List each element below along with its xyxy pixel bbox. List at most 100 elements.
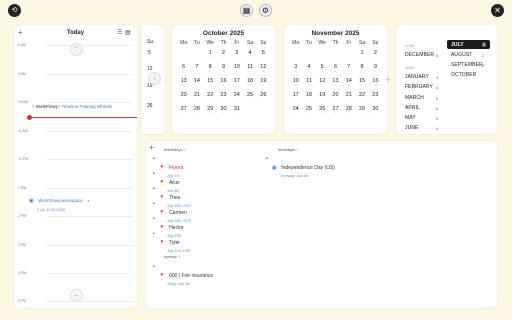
list-item[interactable]: ▣ Independence Day (US) Thursday, July 4… (272, 156, 335, 178)
day-cell[interactable]: 2 · (369, 50, 382, 61)
day-cell[interactable]: 16 · (369, 78, 382, 89)
calendar-icon[interactable]: ▦ (240, 4, 253, 17)
day-cell[interactable]: 25 · (243, 92, 256, 103)
day-cell[interactable]: 1 · (204, 50, 217, 61)
month-item[interactable]: SEPTEMBER (451, 62, 483, 68)
day-cell[interactable]: 25 · (302, 106, 315, 117)
day-cell[interactable]: 31 · (230, 106, 243, 117)
day-cell[interactable]: 30 · (217, 106, 230, 117)
day-cell[interactable]: 20 · (177, 92, 190, 103)
day-cell[interactable]: 26 · (316, 106, 329, 117)
event-dot-icon: · (294, 97, 297, 103)
day-cell[interactable]: 28 · (190, 106, 203, 117)
month-item[interactable]: OCTOBER (451, 72, 476, 78)
month-item[interactable]: MAY (405, 115, 416, 121)
event-link[interactable]: Timeline Training Wheels (62, 104, 112, 109)
list-item[interactable]: 📍 600 | Fire insurance Yearly July 4th (159, 264, 213, 286)
add-icon[interactable]: + (296, 147, 298, 152)
list-item[interactable]: 📍 Tyler July 31st, 1997 (159, 231, 191, 253)
event-dot-icon: · (222, 111, 225, 117)
day-cell[interactable]: 22 · (204, 92, 217, 103)
add-month-icon[interactable]: + (386, 75, 391, 84)
event-dot-icon: · (182, 97, 185, 103)
day-cell[interactable]: 15 · (355, 78, 368, 89)
day-cell[interactable]: 21 · (190, 92, 203, 103)
day-cell[interactable]: 12 · (257, 64, 270, 75)
month-item[interactable]: JANUARY (405, 74, 429, 80)
event-dot-icon: · (249, 55, 251, 61)
day-cell[interactable]: 12 · (316, 78, 329, 89)
day-cell[interactable]: 29 · (204, 106, 217, 117)
day-cell[interactable]: 29 · (355, 106, 368, 117)
day-cell[interactable]: 9 · (369, 64, 382, 75)
calendar-event[interactable]: ▣ WorkFlowy.workspace ▾ 1 Jul, 12:30-13:… (29, 189, 89, 212)
month-item[interactable]: MARCH (405, 95, 424, 101)
day-cell[interactable]: 17 · (289, 92, 302, 103)
month-item[interactable]: APRIL (405, 105, 420, 111)
month-item[interactable]: FEBRUARY (405, 84, 433, 90)
day-cell[interactable]: 8 · (204, 64, 217, 75)
day-cell[interactable]: 2 · (217, 50, 230, 61)
add-icon[interactable]: + (149, 143, 154, 152)
day-cell[interactable]: 4 · (302, 64, 315, 75)
day-cell[interactable]: 5 · (316, 64, 329, 75)
close-icon[interactable]: ✕ (491, 4, 504, 17)
month-item[interactable]: JUNE (405, 125, 418, 131)
day-cell[interactable]: 24 · (289, 106, 302, 117)
month-item[interactable]: DECEMBER (405, 52, 434, 58)
day-cell[interactable]: 16 · (217, 78, 230, 89)
day-cell[interactable]: 19 · (316, 92, 329, 103)
weekday-header: Su (372, 40, 379, 46)
day-cell[interactable]: 24 · (230, 92, 243, 103)
day-cell[interactable]: 3 · (230, 50, 243, 61)
day-cell[interactable]: 13 · (329, 78, 342, 89)
day-cell[interactable]: 7 · (342, 64, 355, 75)
day-cell[interactable]: 6 · (329, 64, 342, 75)
day-cell[interactable]: 10 · (230, 64, 243, 75)
month-october: October 2025 Mo Tu We Th Fr Sa Su 1 · 2 · 3 · 4 · 5 · 6 · 7… (172, 25, 275, 134)
day-cell[interactable]: 26 · (257, 92, 270, 103)
day-cell[interactable]: 4 · (243, 50, 256, 61)
day-cell[interactable]: 11 · (302, 78, 315, 89)
day-cell[interactable]: 14 · (190, 78, 203, 89)
add-icon[interactable]: + (184, 147, 186, 152)
day-cell[interactable]: 20 · (329, 92, 342, 103)
add-icon[interactable]: + (178, 254, 180, 259)
day-cell[interactable]: 10 · (289, 78, 302, 89)
day-cell[interactable]: 23 · (217, 92, 230, 103)
day-cell[interactable]: 28 · (342, 106, 355, 117)
day-cell[interactable]: 27 · (329, 106, 342, 117)
day-cell[interactable]: 19 · (257, 78, 270, 89)
day-cell[interactable]: 1 · (355, 50, 368, 61)
day-cell[interactable]: 14 · (342, 78, 355, 89)
timeline-event[interactable]: § WorkFlowy | Timeline Training Wheels (32, 104, 112, 109)
day-cell[interactable]: 11 · (243, 64, 256, 75)
day-cell[interactable]: 18 · (302, 92, 315, 103)
day-cell[interactable]: 5 (148, 51, 151, 56)
weekday-header: Mo (180, 40, 188, 46)
scroll-down-icon[interactable]: ⌄ (70, 289, 83, 302)
prev-month-icon[interactable]: ‹ (148, 72, 161, 85)
day-cell[interactable]: 30 · (369, 106, 382, 117)
day-cell (257, 107, 270, 117)
day-cell[interactable]: 18 · (243, 78, 256, 89)
month-item[interactable]: AUGUST (451, 52, 472, 58)
chevron-down-icon[interactable]: ▾ (87, 198, 89, 203)
day-cell[interactable]: 7 · (190, 64, 203, 75)
settings-icon[interactable]: ⚙ (259, 4, 272, 17)
day-cell[interactable]: 21 · (342, 92, 355, 103)
day-cell[interactable]: 8 · (355, 64, 368, 75)
day-cell[interactable]: 27 · (177, 106, 190, 117)
day-cell[interactable]: 23 · (369, 92, 382, 103)
day-cell[interactable]: 3 · (289, 64, 302, 75)
list-view-icon[interactable]: ☰ (117, 29, 122, 36)
day-cell[interactable]: 22 · (355, 92, 368, 103)
day-cell[interactable]: 13 · (177, 78, 190, 89)
day-cell[interactable]: 9 · (217, 64, 230, 75)
day-cell[interactable]: 5 · (257, 50, 270, 61)
day-cell[interactable]: 17 · (230, 78, 243, 89)
agenda-icon[interactable]: ▤ (125, 29, 131, 36)
calendar-sync-icon[interactable]: ⟲ (8, 4, 21, 17)
day-cell[interactable]: 15 · (204, 78, 217, 89)
day-cell[interactable]: 6 · (177, 64, 190, 75)
